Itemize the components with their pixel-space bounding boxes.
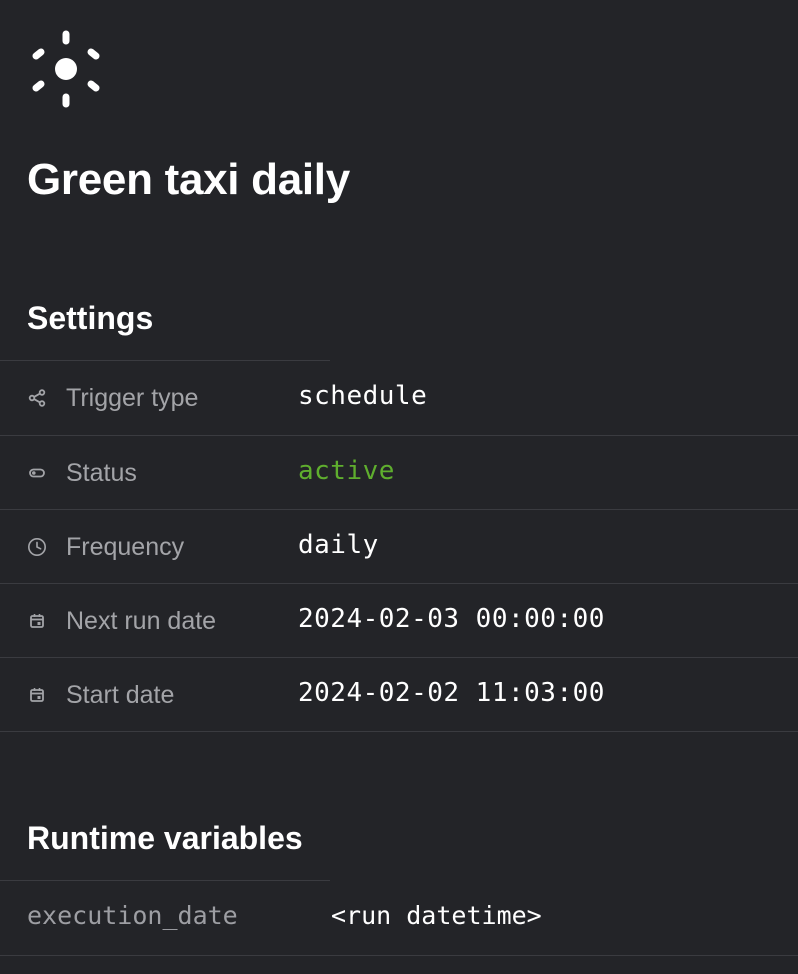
frequency-label: Frequency	[66, 533, 185, 561]
variable-value: <run datetime>	[331, 901, 542, 930]
status-label: Status	[66, 459, 137, 487]
next-run-date-value: 2024-02-03 00:00:00	[298, 604, 605, 634]
calendar-icon	[27, 685, 47, 705]
clock-icon	[27, 537, 47, 557]
settings-row-status: Status active	[0, 436, 798, 510]
next-run-date-label: Next run date	[66, 607, 217, 635]
sun-logo-icon	[28, 28, 104, 112]
share-icon	[27, 388, 47, 408]
page-title: Green taxi daily	[27, 155, 350, 204]
toggle-icon	[27, 463, 47, 483]
settings-row-next-run-date: Next run date 2024-02-03 00:00:00	[0, 584, 798, 658]
runtime-variables-heading: Runtime variables	[27, 820, 303, 856]
status-value: active	[298, 456, 395, 486]
settings-heading: Settings	[27, 300, 154, 336]
settings-row-frequency: Frequency daily	[0, 510, 798, 584]
start-date-label: Start date	[66, 681, 175, 709]
trigger-type-value: schedule	[298, 381, 428, 411]
settings-row-start-date: Start date 2024-02-02 11:03:00	[0, 658, 798, 732]
variable-name: execution_date	[27, 901, 238, 930]
trigger-type-label: Trigger type	[66, 384, 199, 412]
settings-row-trigger-type: Trigger type schedule	[0, 361, 798, 435]
frequency-value: daily	[298, 530, 379, 560]
runtime-variable-row: execution_date <run datetime>	[0, 881, 798, 955]
row-divider	[0, 731, 798, 732]
row-divider	[0, 955, 798, 956]
calendar-icon	[27, 611, 47, 631]
start-date-value: 2024-02-02 11:03:00	[298, 678, 605, 708]
